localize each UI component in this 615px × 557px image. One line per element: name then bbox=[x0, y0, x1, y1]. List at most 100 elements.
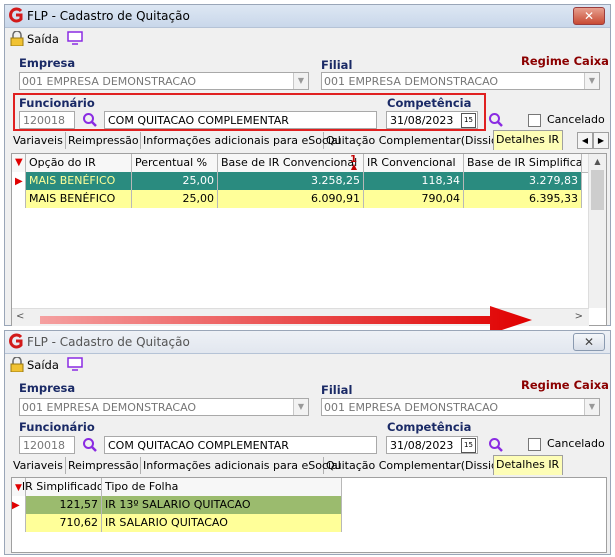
col-ir-simplificado[interactable]: ▼IR Simplificado bbox=[12, 478, 102, 496]
cell: 3.279,83 bbox=[464, 172, 582, 190]
title-bar[interactable]: FLP - Cadastro de Quitação ✕ bbox=[5, 5, 610, 28]
sort-arrow-icon: ▼ bbox=[15, 157, 23, 168]
table-row[interactable]: MAIS BENÉFICO 25,00 6.090,91 790,04 6.39… bbox=[12, 190, 582, 208]
empresa-label: Empresa bbox=[19, 381, 76, 395]
tab-scroll-left-icon[interactable]: ◀ bbox=[577, 132, 593, 149]
row-pointer: ▶ bbox=[12, 172, 26, 190]
funcionario-code-input[interactable]: 120018 bbox=[19, 436, 75, 454]
tab-detalhes-ir[interactable]: Detalhes IR bbox=[493, 130, 563, 150]
window-title: FLP - Cadastro de Quitação bbox=[27, 9, 190, 23]
search-icon[interactable] bbox=[488, 112, 504, 128]
grid-header: ▼ Opção do IR Percentual % Base de IR Co… bbox=[12, 154, 589, 173]
competencia-date-input[interactable]: 31/08/2023 15 bbox=[386, 111, 478, 129]
row-pointer bbox=[12, 514, 26, 532]
saida-button[interactable]: Saída bbox=[27, 32, 59, 46]
lock-icon[interactable] bbox=[10, 31, 24, 46]
competencia-label: Competência bbox=[387, 420, 472, 434]
chevron-down-icon[interactable]: ▼ bbox=[293, 73, 308, 89]
cancelado-checkbox[interactable] bbox=[528, 438, 541, 451]
competencia-label: Competência bbox=[387, 96, 472, 110]
col-opcao-ir[interactable]: Opção do IR bbox=[26, 154, 132, 172]
monitor-icon[interactable] bbox=[67, 31, 83, 45]
vertical-scrollbar[interactable]: ▲ bbox=[588, 154, 606, 308]
scroll-thumb[interactable] bbox=[591, 170, 604, 210]
tab-esocial[interactable]: Informações adicionais para eSocial bbox=[141, 132, 341, 149]
cell: 6.090,91 bbox=[218, 190, 364, 208]
cell: 121,57 bbox=[26, 496, 102, 514]
tab-variaveis[interactable]: Variaveis bbox=[11, 457, 66, 474]
empresa-select[interactable]: 001 EMPRESA DEMONSTRACAO ▼ bbox=[19, 398, 309, 416]
table-row[interactable]: ▶ 121,57 IR 13º SALARIO QUITACAO bbox=[12, 496, 342, 514]
close-button[interactable]: ✕ bbox=[573, 7, 605, 25]
scroll-left-icon[interactable]: < bbox=[16, 311, 24, 322]
table-row[interactable]: 710,62 IR SALARIO QUITACAO bbox=[12, 514, 342, 532]
search-icon[interactable] bbox=[488, 437, 504, 453]
row-indicator-header: ▼ bbox=[12, 154, 26, 172]
sort-up-icon: ▲ bbox=[350, 162, 357, 171]
chevron-down-icon[interactable]: ▼ bbox=[584, 73, 599, 89]
chevron-down-icon[interactable]: ▼ bbox=[293, 399, 308, 415]
filial-select[interactable]: 001 EMPRESA DEMONSTRACAO ▼ bbox=[321, 72, 600, 90]
cell: 25,00 bbox=[132, 172, 218, 190]
col-base-ir-simplificado[interactable]: Base de IR Simplificado bbox=[464, 154, 582, 172]
calendar-icon[interactable]: 15 bbox=[461, 113, 476, 128]
tab-detalhes-ir[interactable]: Detalhes IR bbox=[493, 455, 563, 475]
close-button[interactable]: ✕ bbox=[573, 333, 605, 351]
scroll-up-icon[interactable]: ▲ bbox=[589, 154, 606, 170]
chevron-down-icon[interactable]: ▼ bbox=[584, 399, 599, 415]
funcionario-name-input[interactable]: COM QUITACAO COMPLEMENTAR bbox=[104, 111, 377, 129]
sort-arrow-icon: ▼ bbox=[15, 483, 22, 493]
col-base-ir-convencional[interactable]: Base de IR Convencional 1 ▲ bbox=[218, 154, 364, 172]
table-row[interactable]: ▶ MAIS BENÉFICO 25,00 3.258,25 118,34 3.… bbox=[12, 172, 582, 190]
top-window: FLP - Cadastro de Quitação ✕ Saída Empre… bbox=[4, 4, 611, 326]
funcionario-name-input[interactable]: COM QUITACAO COMPLEMENTAR bbox=[104, 436, 377, 454]
cell: 3.258,25 bbox=[218, 172, 364, 190]
cell: 25,00 bbox=[132, 190, 218, 208]
regime-label: Regime Caixa bbox=[521, 378, 609, 392]
funcionario-label: Funcionário bbox=[19, 420, 95, 434]
cell: 710,62 bbox=[26, 514, 102, 532]
cancelado-label: Cancelado bbox=[547, 113, 605, 126]
filial-label: Filial bbox=[321, 58, 353, 72]
search-icon[interactable] bbox=[82, 437, 98, 453]
row-pointer bbox=[12, 190, 26, 208]
search-icon[interactable] bbox=[82, 112, 98, 128]
tab-reimpressao[interactable]: Reimpressão bbox=[66, 132, 141, 149]
col-tipo-folha[interactable]: Tipo de Folha bbox=[102, 478, 342, 496]
filial-select[interactable]: 001 EMPRESA DEMONSTRACAO ▼ bbox=[321, 398, 600, 416]
cell: IR 13º SALARIO QUITACAO bbox=[102, 496, 342, 514]
ir-simplificado-grid: ▼IR Simplificado Tipo de Folha ▶ 121,57 … bbox=[11, 477, 607, 553]
calendar-icon[interactable]: 15 bbox=[461, 438, 476, 453]
monitor-icon[interactable] bbox=[67, 357, 83, 371]
tab-scroll-right-icon[interactable]: ▶ bbox=[593, 132, 609, 149]
funcionario-label: Funcionário bbox=[19, 96, 95, 110]
col-percentual[interactable]: Percentual % bbox=[132, 154, 218, 172]
cell: IR SALARIO QUITACAO bbox=[102, 514, 342, 532]
lock-icon[interactable] bbox=[10, 357, 24, 372]
scroll-right-icon[interactable]: > bbox=[575, 311, 583, 322]
cell: 118,34 bbox=[364, 172, 464, 190]
tab-variaveis[interactable]: Variaveis bbox=[11, 132, 66, 149]
cell: 790,04 bbox=[364, 190, 464, 208]
regime-label: Regime Caixa bbox=[521, 54, 609, 68]
col-ir-convencional[interactable]: IR Convencional bbox=[364, 154, 464, 172]
bottom-window: FLP - Cadastro de Quitação ✕ Saída Empre… bbox=[4, 330, 611, 555]
tab-quitacao-complementar[interactable]: Quitação Complementar(Dissidio) bbox=[324, 132, 512, 149]
row-pointer: ▶ bbox=[12, 496, 26, 514]
cancelado-label: Cancelado bbox=[547, 437, 605, 450]
tab-quitacao-complementar[interactable]: Quitação Complementar(Dissidio) bbox=[324, 457, 512, 474]
funcionario-code-input[interactable]: 120018 bbox=[19, 111, 75, 129]
row-pointer-icon: ▶ bbox=[15, 176, 23, 187]
title-bar[interactable]: FLP - Cadastro de Quitação ✕ bbox=[5, 331, 610, 354]
competencia-date-input[interactable]: 31/08/2023 15 bbox=[386, 436, 478, 454]
empresa-select[interactable]: 001 EMPRESA DEMONSTRACAO ▼ bbox=[19, 72, 309, 90]
filial-label: Filial bbox=[321, 383, 353, 397]
saida-button[interactable]: Saída bbox=[27, 358, 59, 372]
tab-bar: Variaveis Reimpressão Informações adicio… bbox=[11, 130, 611, 150]
cancelado-checkbox[interactable] bbox=[528, 114, 541, 127]
cell: MAIS BENÉFICO bbox=[26, 172, 132, 190]
tab-esocial[interactable]: Informações adicionais para eSocial bbox=[141, 457, 341, 474]
window-title: FLP - Cadastro de Quitação bbox=[27, 335, 190, 349]
app-logo-icon bbox=[9, 7, 23, 23]
tab-reimpressao[interactable]: Reimpressão bbox=[66, 457, 141, 474]
